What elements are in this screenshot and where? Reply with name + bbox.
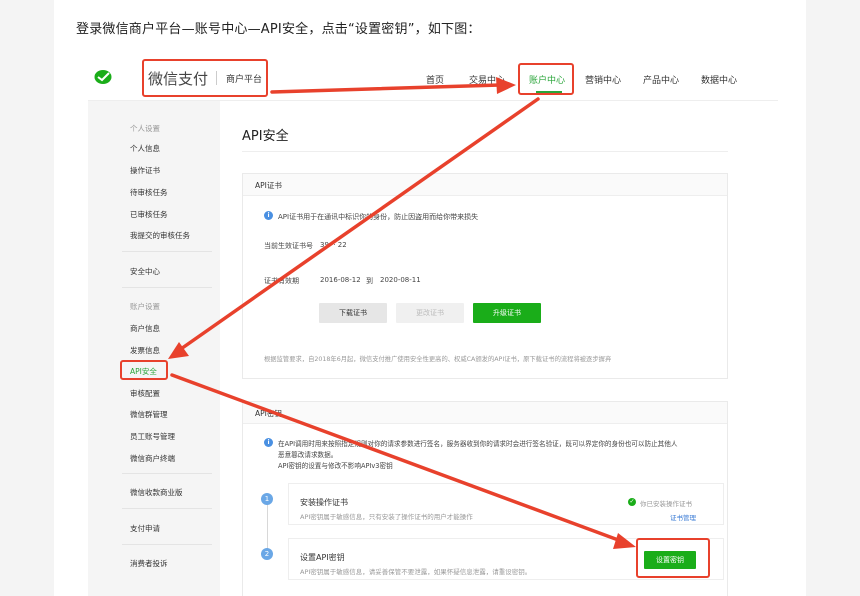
merchant-platform-screenshot: 微信支付 商户平台 首页 交易中心 账户中心 营销中心 产品中心 数据中心 个人… bbox=[88, 55, 778, 596]
arrow-logo-to-account bbox=[270, 83, 502, 94]
arrow-api-security-to-set-key bbox=[170, 373, 623, 543]
arrow-account-to-api-security bbox=[176, 97, 540, 353]
annotation-arrows bbox=[168, 77, 636, 549]
document-page: 登录微信商户平台—账号中心—API安全，点击“设置密钥”，如下图： 微信支付 商… bbox=[54, 0, 806, 596]
arrowhead bbox=[613, 533, 636, 549]
intro-text: 登录微信商户平台—账号中心—API安全，点击“设置密钥”，如下图： bbox=[76, 22, 481, 37]
arrowhead bbox=[496, 77, 516, 94]
